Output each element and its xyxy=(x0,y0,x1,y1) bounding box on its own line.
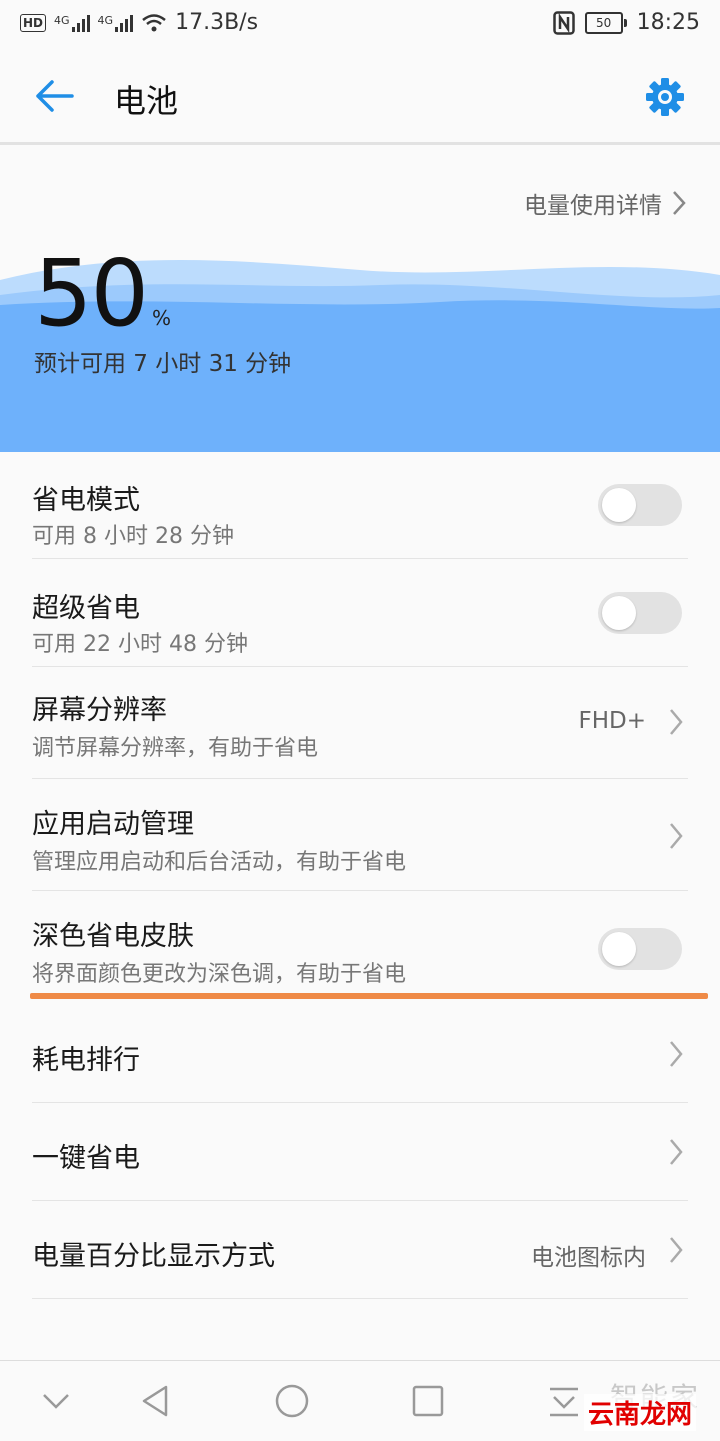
gear-icon[interactable] xyxy=(644,76,686,118)
back-arrow-icon[interactable] xyxy=(34,78,74,114)
battery-level: 50 xyxy=(584,11,623,34)
page-title: 电池 xyxy=(114,82,179,120)
chevron-right-icon xyxy=(670,1041,683,1067)
item-subtitle: 将界面颜色更改为深色调，有助于省电 xyxy=(32,962,407,987)
battery-percent: 50 xyxy=(34,240,149,347)
item-title: 电量百分比显示方式 xyxy=(32,1241,275,1272)
item-value: FHD+ xyxy=(578,708,646,734)
item-title: 超级省电 xyxy=(32,593,140,624)
chevron-right-icon xyxy=(673,191,686,215)
item-title: 省电模式 xyxy=(32,485,140,516)
network-speed: 17.3B/s xyxy=(175,10,259,35)
list-item-dark-skin[interactable]: 深色省电皮肤 将界面颜色更改为深色调，有助于省电 xyxy=(32,892,688,998)
hide-nav-icon[interactable] xyxy=(34,1379,78,1423)
recents-nav-icon[interactable] xyxy=(406,1379,450,1423)
watermark-logo: 云南龙网 xyxy=(584,1394,697,1431)
notification-pull-icon[interactable] xyxy=(542,1379,586,1423)
home-nav-icon[interactable] xyxy=(270,1379,314,1423)
item-title: 一键省电 xyxy=(32,1143,140,1174)
hd-badge: HD xyxy=(20,13,47,32)
signal-icon-1: 4G xyxy=(54,14,90,32)
ultra-saving-toggle[interactable] xyxy=(598,592,682,634)
list-item-power-ranking[interactable]: 耗电排行 xyxy=(32,1006,688,1103)
battery-estimate: 预计可用 7 小时 31 分钟 xyxy=(34,351,292,377)
chevron-right-icon xyxy=(670,1139,683,1165)
status-bar: HD 4G 4G 17.3B/s 50 18:25 xyxy=(0,0,720,50)
item-title: 深色省电皮肤 xyxy=(32,921,194,952)
wifi-icon xyxy=(142,13,166,31)
chevron-right-icon xyxy=(670,709,683,735)
list-item-power-saving[interactable]: 省电模式 可用 8 小时 28 分钟 xyxy=(32,452,688,559)
item-title: 耗电排行 xyxy=(32,1045,140,1076)
nfc-icon xyxy=(552,10,575,35)
item-title: 屏幕分辨率 xyxy=(32,695,167,726)
power-saving-toggle[interactable] xyxy=(598,484,682,526)
list-item-one-tap-saving[interactable]: 一键省电 xyxy=(32,1104,688,1201)
signal-icon-2: 4G xyxy=(98,14,134,32)
list-item-percent-display[interactable]: 电量百分比显示方式 电池图标内 xyxy=(32,1202,688,1299)
item-value: 电池图标内 xyxy=(531,1245,646,1271)
dark-skin-toggle[interactable] xyxy=(598,928,682,970)
highlight-underline xyxy=(30,993,708,999)
list-item-resolution[interactable]: 屏幕分辨率 调节屏幕分辨率，有助于省电 FHD+ xyxy=(32,668,688,779)
app-bar: 电池 xyxy=(0,50,720,145)
chevron-right-icon xyxy=(670,823,683,849)
usage-detail-label: 电量使用详情 xyxy=(524,193,662,219)
list-item-ultra-saving[interactable]: 超级省电 可用 22 小时 48 分钟 xyxy=(32,560,688,667)
network-type-2: 4G xyxy=(97,13,114,27)
chevron-right-icon xyxy=(670,1237,683,1263)
percent-unit: % xyxy=(152,306,172,330)
battery-icon: 50 xyxy=(584,11,627,34)
list-item-app-launch[interactable]: 应用启动管理 管理应用启动和后台活动，有助于省电 xyxy=(32,780,688,891)
item-subtitle: 调节屏幕分辨率，有助于省电 xyxy=(32,736,319,761)
item-title: 应用启动管理 xyxy=(32,809,194,840)
back-nav-icon[interactable] xyxy=(134,1379,178,1423)
item-subtitle: 可用 22 小时 48 分钟 xyxy=(32,632,248,657)
usage-detail-link[interactable]: 电量使用详情 xyxy=(524,186,686,220)
network-type-1: 4G xyxy=(54,13,70,27)
clock: 18:25 xyxy=(636,10,700,35)
item-subtitle: 管理应用启动和后台活动，有助于省电 xyxy=(32,850,407,875)
item-subtitle: 可用 8 小时 28 分钟 xyxy=(32,524,234,549)
